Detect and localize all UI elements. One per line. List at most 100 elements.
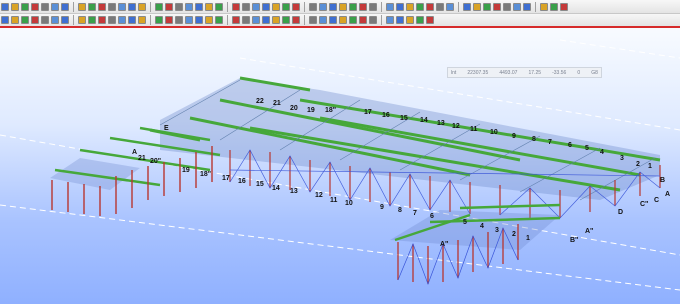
toolbar-button-icon[interactable]: [309, 2, 317, 11]
toolbar-button-icon[interactable]: [493, 2, 501, 11]
3d-model-viewport[interactable]: 1 2 3 4 5 6 7 8 9 10 11 12 13 14 15 16 17 18" 19 20 21 22 1 2 3 4…: [0, 28, 680, 304]
toolbar-button-icon[interactable]: [252, 2, 260, 11]
toolbar-button-icon[interactable]: [138, 16, 146, 24]
toolbar-button-icon[interactable]: [349, 2, 357, 11]
toolbar-button-icon[interactable]: [51, 2, 59, 11]
toolbar-button-icon[interactable]: [359, 16, 367, 24]
toolbar-button-icon[interactable]: [446, 2, 454, 11]
toolbar-button-icon[interactable]: [31, 16, 39, 24]
toolbar-button-icon[interactable]: [329, 16, 337, 24]
toolbar-button-icon[interactable]: [282, 16, 290, 24]
toolbar-button-icon[interactable]: [349, 16, 357, 24]
toolbar-button-icon[interactable]: [292, 16, 300, 24]
toolbar-button-icon[interactable]: [175, 2, 183, 11]
toolbar-button-icon[interactable]: [262, 2, 270, 11]
toolbar-button-icon[interactable]: [463, 2, 471, 11]
toolbar-button-icon[interactable]: [155, 2, 163, 11]
toolbar-button-icon[interactable]: [503, 2, 511, 11]
toolbar-button-icon[interactable]: [262, 16, 270, 24]
toolbar-button-icon[interactable]: [61, 16, 69, 24]
toolbar-button-icon[interactable]: [540, 2, 548, 11]
toolbar-button-icon[interactable]: [98, 16, 106, 24]
toolbar-button-icon[interactable]: [1, 2, 9, 11]
toolbar-button-icon[interactable]: [155, 16, 163, 24]
toolbar-button-icon[interactable]: [319, 2, 327, 11]
toolbar-button-icon[interactable]: [416, 16, 424, 24]
toolbar-separator: [227, 15, 228, 25]
toolbar-button-icon[interactable]: [242, 16, 250, 24]
coord-unit: 0: [577, 69, 581, 76]
toolbar-button-icon[interactable]: [436, 2, 444, 11]
toolbar-button-icon[interactable]: [282, 2, 290, 11]
toolbar-button-icon[interactable]: [426, 16, 434, 24]
toolbar-button-icon[interactable]: [319, 16, 327, 24]
toolbar-button-icon[interactable]: [339, 16, 347, 24]
toolbar-button-icon[interactable]: [1, 16, 9, 24]
toolbar-button-icon[interactable]: [205, 16, 213, 24]
toolbar-button-icon[interactable]: [359, 2, 367, 11]
toolbar-button-icon[interactable]: [165, 2, 173, 11]
toolbar-button-icon[interactable]: [78, 2, 86, 11]
toolbar-button-icon[interactable]: [61, 2, 69, 11]
toolbar-button-icon[interactable]: [165, 16, 173, 24]
toolbar-button-icon[interactable]: [118, 2, 126, 11]
toolbar-button-icon[interactable]: [215, 16, 223, 24]
toolbar-button-icon[interactable]: [88, 16, 96, 24]
toolbar-button-icon[interactable]: [51, 16, 59, 24]
toolbar-button-icon[interactable]: [232, 16, 240, 24]
toolbar-button-icon[interactable]: [128, 2, 136, 11]
toolbar-button-icon[interactable]: [88, 2, 96, 11]
toolbar-button-icon[interactable]: [426, 2, 434, 11]
grid-label-near: 5: [463, 219, 467, 226]
toolbar-button-icon[interactable]: [416, 2, 424, 11]
toolbar-button-icon[interactable]: [138, 2, 146, 11]
toolbar-separator: [150, 1, 151, 12]
toolbar-button-icon[interactable]: [406, 2, 414, 11]
toolbar-button-icon[interactable]: [396, 16, 404, 24]
toolbar-button-icon[interactable]: [41, 16, 49, 24]
toolbar-button-icon[interactable]: [292, 2, 300, 11]
toolbar-button-icon[interactable]: [185, 2, 193, 11]
toolbar-button-icon[interactable]: [21, 16, 29, 24]
toolbar-button-icon[interactable]: [406, 16, 414, 24]
toolbar-button-icon[interactable]: [523, 2, 531, 11]
toolbar-button-icon[interactable]: [396, 2, 404, 11]
toolbar-button-icon[interactable]: [252, 16, 260, 24]
toolbar-button-icon[interactable]: [128, 16, 136, 24]
toolbar-button-icon[interactable]: [31, 2, 39, 11]
toolbar-button-icon[interactable]: [78, 16, 86, 24]
toolbar-button-icon[interactable]: [560, 2, 568, 11]
toolbar-button-icon[interactable]: [41, 2, 49, 11]
toolbar-button-icon[interactable]: [215, 2, 223, 11]
toolbar-button-icon[interactable]: [232, 2, 240, 11]
grid-label-far: 1: [648, 163, 652, 170]
toolbar-button-icon[interactable]: [242, 2, 250, 11]
toolbar-button-icon[interactable]: [272, 16, 280, 24]
toolbar-button-icon[interactable]: [205, 2, 213, 11]
toolbar-button-icon[interactable]: [339, 2, 347, 11]
grid-label-near: 2: [512, 231, 516, 238]
toolbar-button-icon[interactable]: [195, 2, 203, 11]
toolbar-button-icon[interactable]: [11, 2, 19, 11]
toolbar-button-icon[interactable]: [21, 2, 29, 11]
toolbar-button-icon[interactable]: [309, 16, 317, 24]
toolbar-button-icon[interactable]: [369, 2, 377, 11]
toolbar-button-icon[interactable]: [386, 16, 394, 24]
toolbar-button-icon[interactable]: [386, 2, 394, 11]
toolbar-button-icon[interactable]: [329, 2, 337, 11]
toolbar-button-icon[interactable]: [108, 2, 116, 11]
toolbar-button-icon[interactable]: [473, 2, 481, 11]
toolbar-button-icon[interactable]: [11, 16, 19, 24]
toolbar-button-icon[interactable]: [118, 16, 126, 24]
toolbar-button-icon[interactable]: [550, 2, 558, 11]
toolbar-button-icon[interactable]: [175, 16, 183, 24]
toolbar-button-icon[interactable]: [98, 2, 106, 11]
grid-label-near: 9: [380, 204, 384, 211]
toolbar-button-icon[interactable]: [483, 2, 491, 11]
toolbar-button-icon[interactable]: [108, 16, 116, 24]
toolbar-button-icon[interactable]: [272, 2, 280, 11]
toolbar-button-icon[interactable]: [369, 16, 377, 24]
toolbar-button-icon[interactable]: [185, 16, 193, 24]
toolbar-button-icon[interactable]: [195, 16, 203, 24]
toolbar-button-icon[interactable]: [513, 2, 521, 11]
